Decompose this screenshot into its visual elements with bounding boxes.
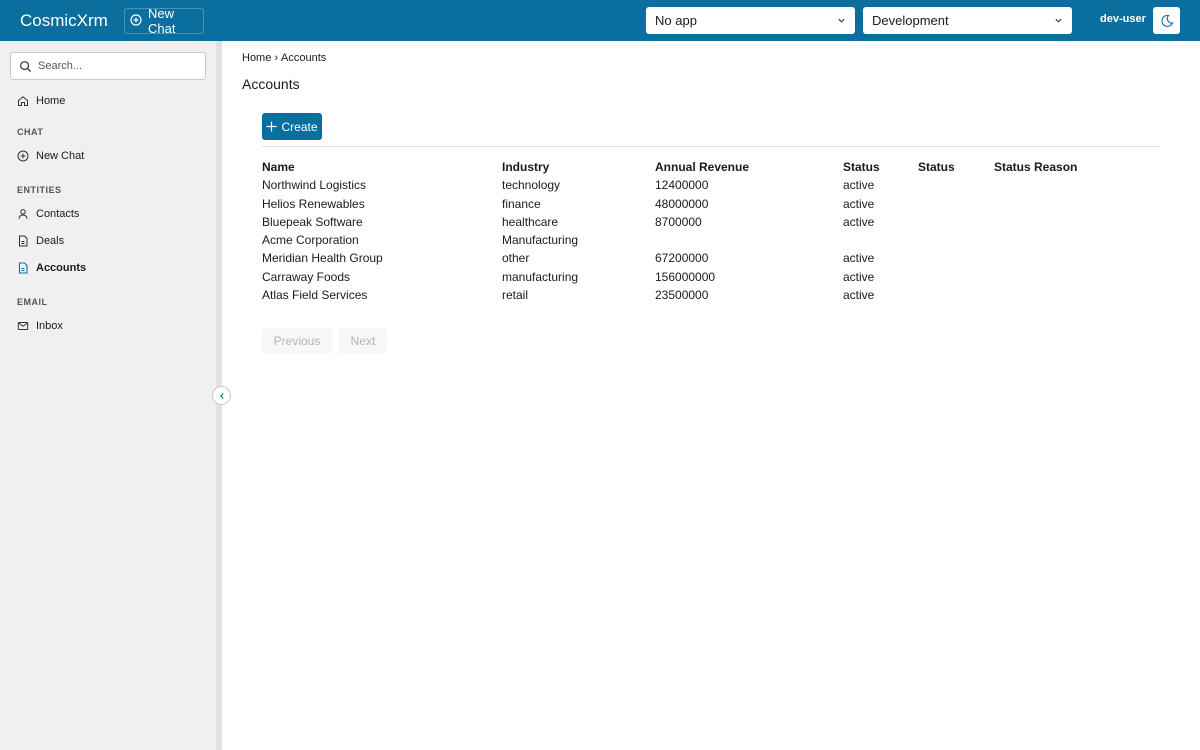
column-header-status-reason[interactable]: Status Reason xyxy=(994,160,1077,174)
column-header-name[interactable]: Name xyxy=(262,160,295,174)
create-button-label: Create xyxy=(281,119,318,134)
search-input[interactable] xyxy=(38,60,188,72)
plus-icon xyxy=(266,121,277,132)
breadcrumb-home-link[interactable]: Home xyxy=(242,52,271,64)
chat-plus-icon xyxy=(130,13,142,29)
chevron-down-icon xyxy=(1055,18,1062,23)
mail-icon xyxy=(17,322,29,330)
column-header-status[interactable]: Status xyxy=(843,160,880,174)
cell-status: active xyxy=(843,178,875,193)
cell-name[interactable]: Atlas Field Services xyxy=(262,288,367,302)
column-header-status-2[interactable]: Status xyxy=(918,160,955,174)
sidebar-item-label: Home xyxy=(36,95,66,107)
cell-name[interactable]: Acme Corporation xyxy=(262,233,359,247)
cell-status: active xyxy=(843,288,875,303)
sidebar-item-accounts[interactable]: Accounts xyxy=(17,262,86,274)
search-icon xyxy=(20,60,32,72)
cell-status: active xyxy=(843,214,875,229)
cell-industry: finance xyxy=(502,196,541,211)
sidebar-item-home[interactable]: Home xyxy=(17,95,65,107)
cell-annual-revenue: 48000000 xyxy=(655,196,709,211)
sidebar-item-label: Deals xyxy=(36,235,65,247)
user-icon xyxy=(18,209,28,219)
table-row[interactable]: Bluepeak Software healthcare 8700000 act… xyxy=(262,213,1160,231)
cell-annual-revenue: 23500000 xyxy=(655,288,709,303)
cell-industry: technology xyxy=(502,178,561,193)
column-header-industry[interactable]: Industry xyxy=(502,160,549,174)
table-row[interactable]: Carraway Foods manufacturing 156000000 a… xyxy=(262,268,1160,286)
sidebar-item-label: Contacts xyxy=(36,208,80,220)
new-chat-label: New Chat xyxy=(148,6,176,36)
table-row[interactable]: Northwind Logistics technology 12400000 … xyxy=(262,176,1160,194)
cell-annual-revenue: 12400000 xyxy=(655,178,709,193)
breadcrumb-current: Accounts xyxy=(281,52,327,64)
sidebar-item-contacts[interactable]: Contacts xyxy=(17,208,79,220)
sidebar-item-inbox[interactable]: Inbox xyxy=(17,320,63,332)
cell-industry: Manufacturing xyxy=(502,233,579,248)
page-title: Accounts xyxy=(242,76,300,92)
table-row[interactable]: Acme Corporation Manufacturing xyxy=(262,231,1160,249)
home-icon xyxy=(18,96,28,106)
breadcrumb: Home › Accounts xyxy=(242,52,326,64)
environment-select[interactable]: Development xyxy=(863,7,1072,34)
create-button[interactable]: Create xyxy=(262,113,322,140)
sidebar-item-new-chat[interactable]: New Chat xyxy=(17,150,84,162)
chevron-left-icon xyxy=(219,392,224,399)
chevron-down-icon xyxy=(838,18,845,23)
cell-annual-revenue: 8700000 xyxy=(655,214,702,229)
section-label-email: EMAIL xyxy=(17,297,48,307)
column-header-annual-revenue[interactable]: Annual Revenue xyxy=(655,160,749,174)
environment-select-value: Development xyxy=(872,13,949,28)
cell-annual-revenue: 67200000 xyxy=(655,251,709,266)
sidebar-item-deals[interactable]: Deals xyxy=(17,235,64,247)
cell-industry: healthcare xyxy=(502,214,559,229)
next-page-button[interactable]: Next xyxy=(339,328,387,354)
building-icon xyxy=(18,262,28,274)
cell-status: active xyxy=(843,196,875,211)
divider xyxy=(262,146,1160,147)
search-box[interactable] xyxy=(10,52,206,80)
cell-status: active xyxy=(843,251,875,266)
app-select[interactable]: No app xyxy=(646,7,855,34)
sidebar: Home CHAT New Chat ENTITIES Contacts Dea… xyxy=(0,41,216,750)
app-select-value: No app xyxy=(655,13,697,28)
top-bar: CosmicXrm New Chat No app Development de… xyxy=(0,0,1200,41)
user-menu[interactable]: dev-user xyxy=(1100,13,1146,25)
sidebar-item-label: Accounts xyxy=(36,262,87,274)
cell-name[interactable]: Meridian Health Group xyxy=(262,251,383,265)
table-header-row: Name Industry Annual Revenue Status Stat… xyxy=(262,158,1160,176)
accounts-table: Name Industry Annual Revenue Status Stat… xyxy=(262,158,1160,304)
app-brand[interactable]: CosmicXrm xyxy=(20,11,108,31)
previous-page-button[interactable]: Previous xyxy=(262,328,332,354)
sidebar-item-label: Inbox xyxy=(36,320,63,332)
section-label-chat: CHAT xyxy=(17,127,44,137)
section-label-entities: ENTITIES xyxy=(17,185,62,195)
sidebar-item-label: New Chat xyxy=(36,150,85,162)
cell-name[interactable]: Bluepeak Software xyxy=(262,215,363,229)
table-row[interactable]: Atlas Field Services retail 23500000 act… xyxy=(262,286,1160,304)
cell-industry: other xyxy=(502,251,530,266)
sidebar-collapse-button[interactable] xyxy=(212,386,231,405)
table-row[interactable]: Helios Renewables finance 48000000 activ… xyxy=(262,195,1160,213)
cell-industry: manufacturing xyxy=(502,269,579,284)
chat-plus-icon xyxy=(17,150,29,162)
table-row[interactable]: Meridian Health Group other 67200000 act… xyxy=(262,249,1160,267)
header-new-chat-button[interactable]: New Chat xyxy=(124,6,204,36)
moon-icon xyxy=(1160,14,1173,27)
cell-annual-revenue: 156000000 xyxy=(655,269,716,284)
cell-name[interactable]: Helios Renewables xyxy=(262,197,365,211)
cell-industry: retail xyxy=(502,288,529,303)
cell-name[interactable]: Carraway Foods xyxy=(262,270,350,284)
document-icon xyxy=(19,235,28,247)
theme-toggle-button[interactable] xyxy=(1153,7,1180,34)
cell-status: active xyxy=(843,269,875,284)
cell-name[interactable]: Northwind Logistics xyxy=(262,178,366,192)
breadcrumb-separator: › xyxy=(274,52,279,64)
